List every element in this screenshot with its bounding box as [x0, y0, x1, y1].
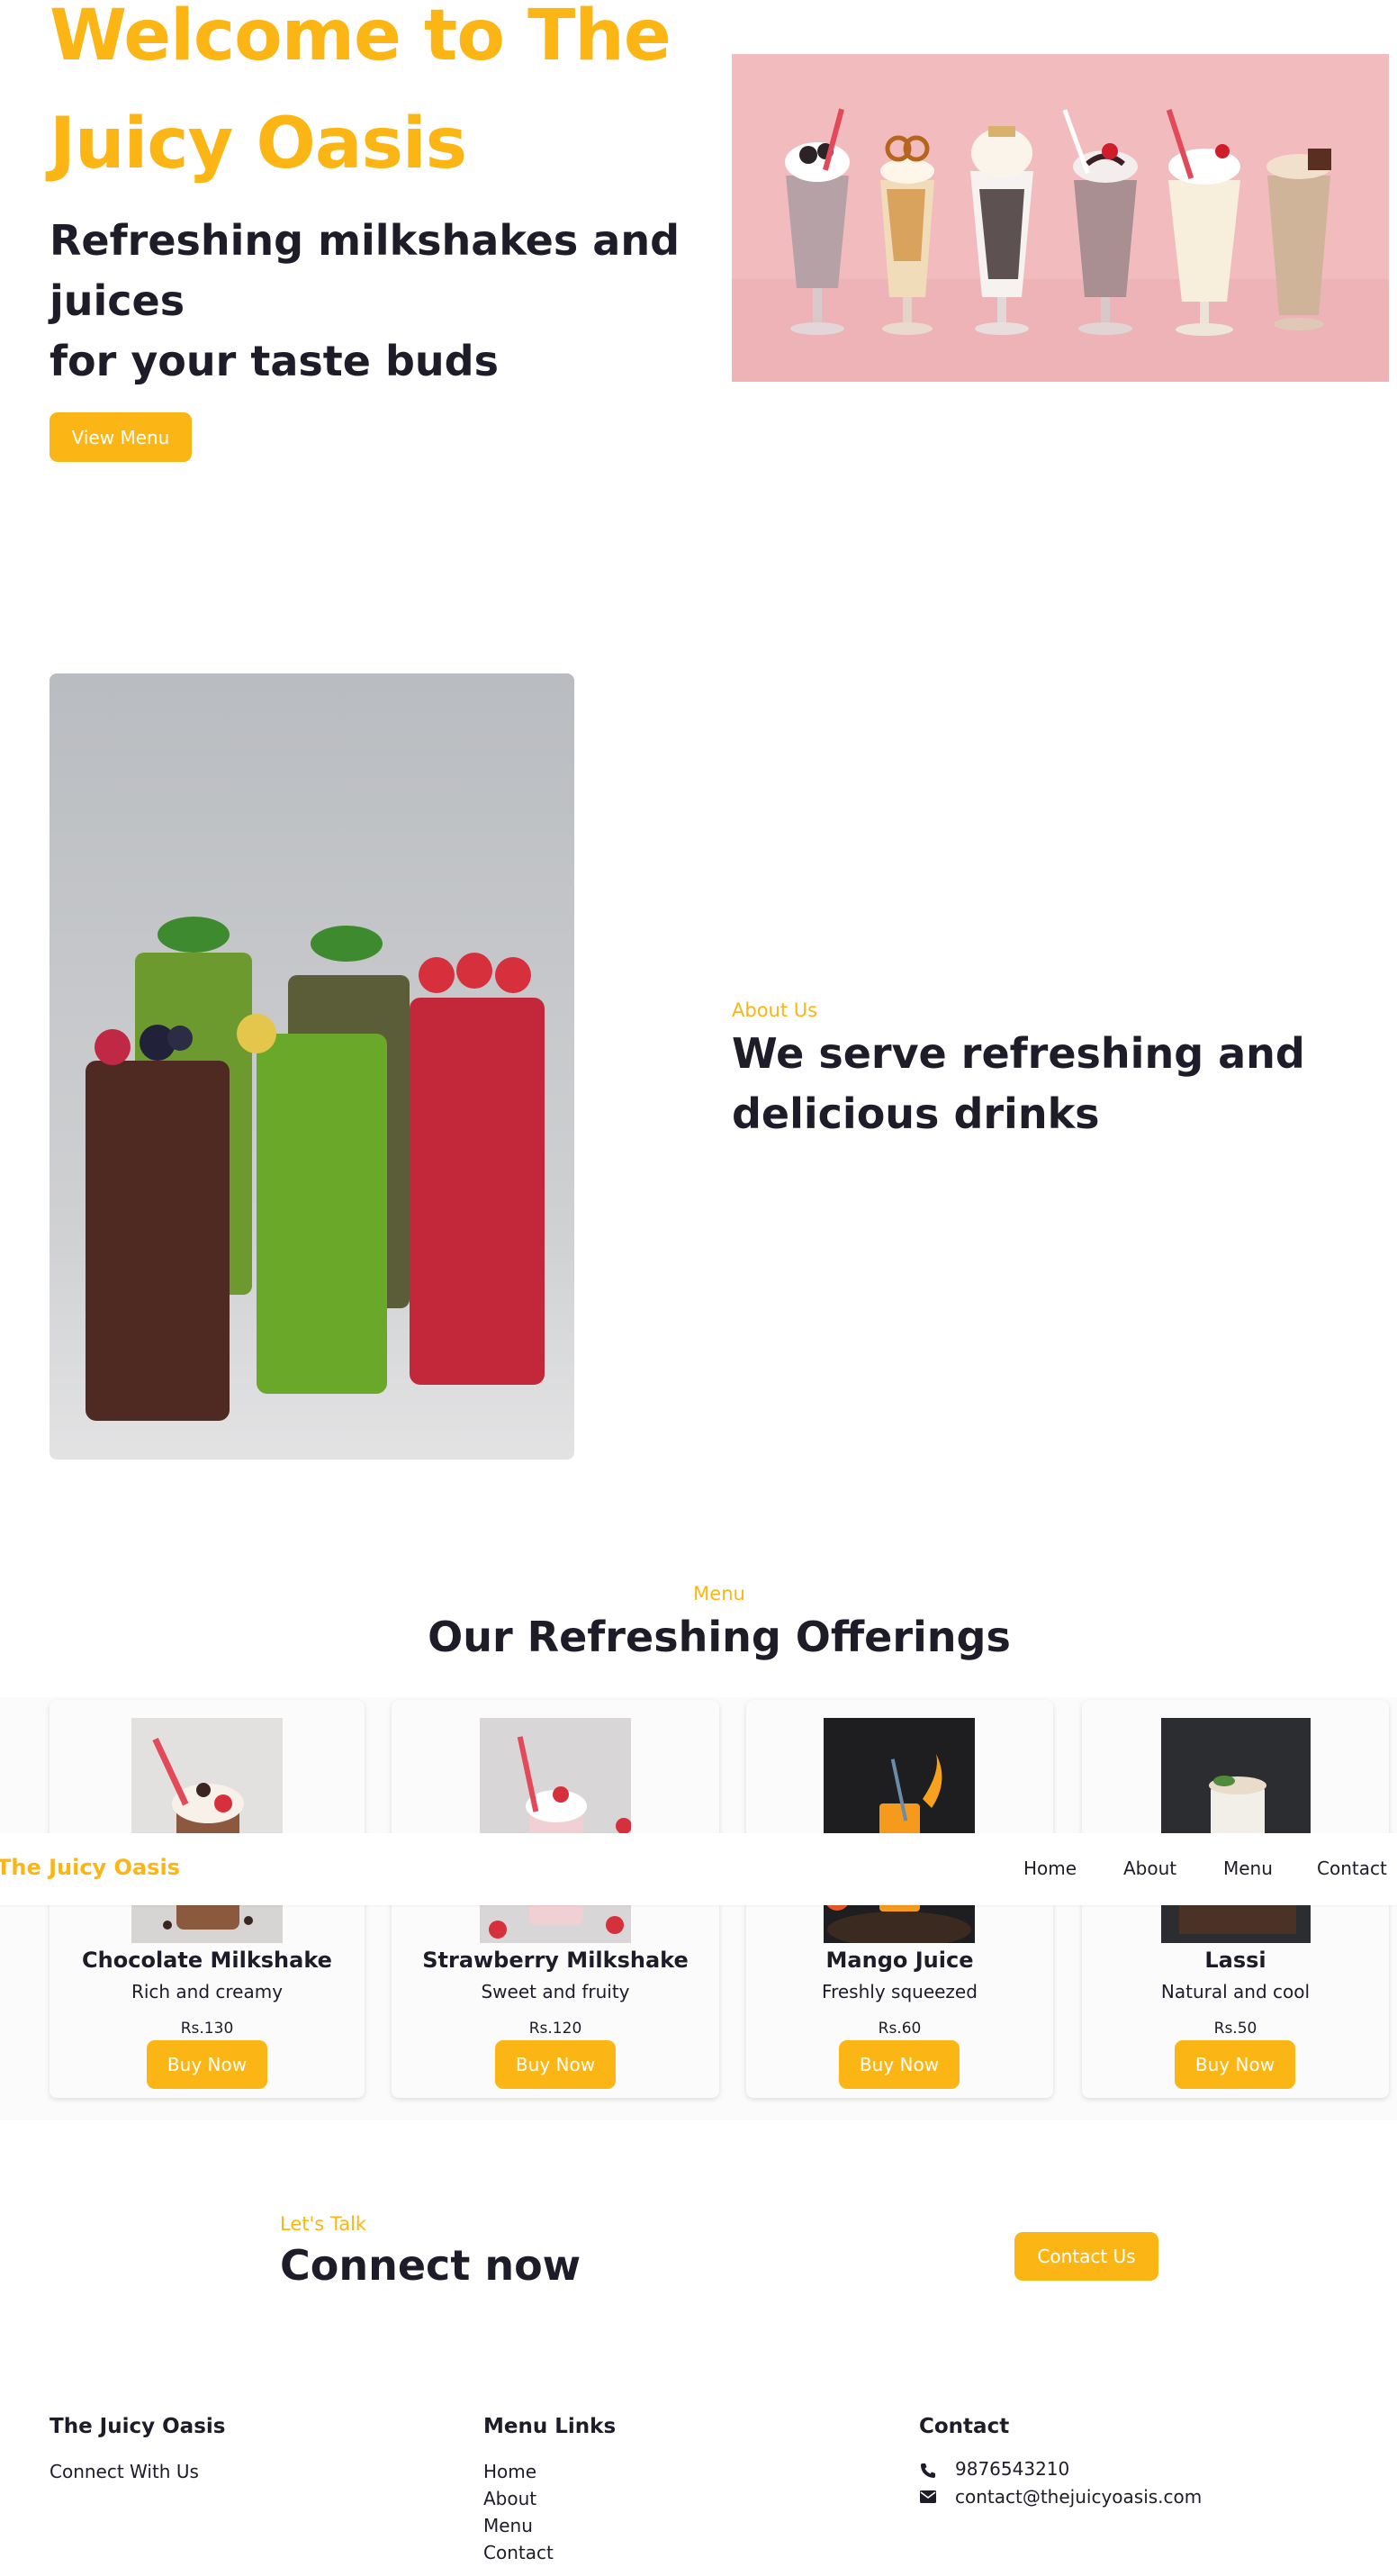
menu-item-description: Rich and creamy — [131, 1981, 284, 2002]
mango-juice-image — [824, 1718, 975, 1943]
chocolate-milkshake-image — [131, 1718, 283, 1943]
about-eyebrow: About Us — [732, 999, 818, 1021]
footer-email[interactable]: contact@thejuicyoasis.com — [955, 2486, 1202, 2508]
menu-item-name: Chocolate Milkshake — [82, 1948, 332, 1973]
footer-phone: 9876543210 — [955, 2458, 1070, 2480]
menu-item-name: Lassi — [1204, 1948, 1266, 1973]
menu-item-price: Rs.130 — [180, 2020, 234, 2038]
footer-link-about[interactable]: About — [483, 2488, 536, 2509]
smoothies-about-image — [50, 673, 574, 1460]
contact-us-button[interactable]: Contact Us — [1014, 2232, 1158, 2281]
nav-menu[interactable]: Menu — [1223, 1857, 1273, 1879]
menu-item-price: Rs.50 — [1213, 2020, 1257, 2038]
connect-eyebrow: Let's Talk — [280, 2213, 367, 2235]
strawberry-milkshake-image — [480, 1718, 631, 1943]
footer-link-home[interactable]: Home — [483, 2461, 536, 2482]
envelope-icon — [919, 2490, 937, 2504]
menu-eyebrow: Menu — [693, 1583, 745, 1604]
milkshakes-hero-image — [732, 54, 1389, 382]
hero-title: Welcome to The Juicy Oasis — [50, 0, 671, 185]
connect-title: Connect now — [280, 2241, 581, 2290]
nav-home[interactable]: Home — [1023, 1857, 1077, 1879]
nav-about[interactable]: About — [1123, 1857, 1176, 1879]
about-title: We serve refreshing and delicious drinks — [732, 1029, 1305, 1138]
buy-now-button[interactable]: Buy Now — [839, 2040, 960, 2089]
menu-item-price: Rs.120 — [528, 2020, 582, 2038]
phone-icon — [919, 2462, 937, 2480]
hero-subtitle-line1: Refreshing milkshakes and juices — [50, 216, 680, 325]
view-menu-button[interactable]: View Menu — [50, 412, 192, 462]
nav-contact[interactable]: Contact — [1317, 1857, 1387, 1879]
buy-now-button[interactable]: Buy Now — [147, 2040, 267, 2089]
menu-title: Our Refreshing Offerings — [428, 1613, 1011, 1661]
buy-now-button[interactable]: Buy Now — [495, 2040, 616, 2089]
footer-connect-text: Connect With Us — [50, 2461, 199, 2482]
navbar — [0, 1833, 1397, 1905]
navbar-brand[interactable]: The Juicy Oasis — [0, 1855, 180, 1880]
footer-menu-heading: Menu Links — [483, 2415, 617, 2438]
footer-link-menu[interactable]: Menu — [483, 2515, 533, 2536]
menu-item-description: Natural and cool — [1160, 1981, 1311, 2002]
lassi-image — [1161, 1718, 1311, 1943]
menu-item-description: Sweet and fruity — [481, 1981, 630, 2002]
buy-now-button[interactable]: Buy Now — [1175, 2040, 1295, 2089]
footer-brand-heading: The Juicy Oasis — [50, 2415, 226, 2438]
hero-subtitle: Refreshing milkshakes and juices for you… — [50, 211, 680, 392]
menu-item-name: Mango Juice — [825, 1948, 974, 1973]
menu-item-name: Strawberry Milkshake — [422, 1948, 689, 1973]
footer-contact-heading: Contact — [919, 2415, 1010, 2438]
menu-item-description: Freshly squeezed — [822, 1981, 978, 2002]
hero-subtitle-line2: for your taste buds — [50, 337, 499, 385]
footer-link-contact[interactable]: Contact — [483, 2542, 554, 2563]
menu-item-price: Rs.60 — [878, 2020, 922, 2038]
